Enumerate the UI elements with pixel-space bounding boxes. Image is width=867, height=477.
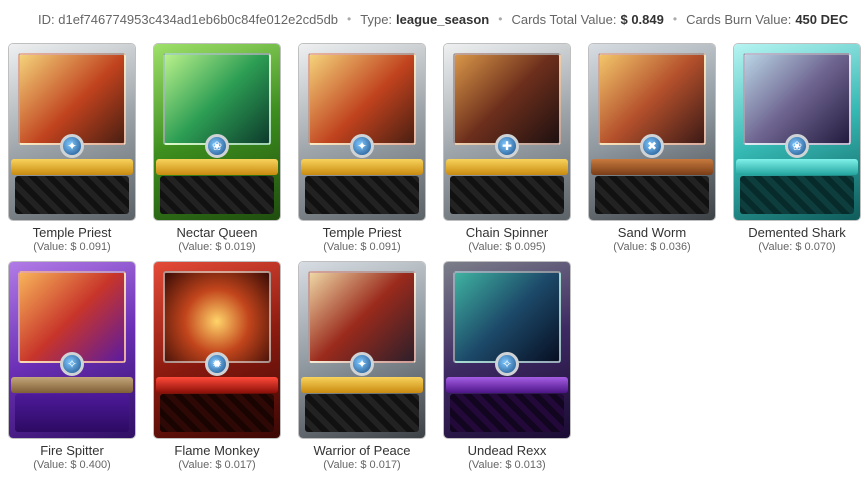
card-value: (Value: $ 0.091) [33,241,111,253]
id-field: ID: d1ef746774953c434ad1eb6b0c84fe012e2c… [38,12,338,27]
card-art [453,271,561,363]
card-value: (Value: $ 0.017) [178,459,256,471]
id-value: d1ef746774953c434ad1eb6b0c84fe012e2cd5db [58,11,339,27]
card-item[interactable]: ✧ Fire Spitter (Value: $ 0.400) [9,262,135,472]
card-name: Flame Monkey [174,443,260,458]
total-value-field: Cards Total Value: $ 0.849 [511,12,663,27]
card-name: Warrior of Peace [313,443,411,458]
card-banner [301,377,423,393]
card-name: Nectar Queen [176,225,258,240]
card-image[interactable]: ✦ [299,262,425,438]
burn-value-field: Cards Burn Value: 450 DEC [686,12,848,27]
card-banner [156,377,278,393]
card-name: Sand Worm [617,225,687,240]
separator-dot: • [347,12,352,26]
death-gem-icon: ✧ [60,352,84,376]
card-stats-panel [305,394,419,432]
card-art [18,53,126,145]
card-stats-panel [305,176,419,214]
total-value: $ 0.849 [620,11,664,27]
type-value: league_season [396,11,490,27]
card-item[interactable]: ❀ Nectar Queen (Value: $ 0.019) [154,44,280,254]
card-image[interactable]: ✧ [444,262,570,438]
card-name: Temple Priest [322,225,402,240]
earth-gem-icon: ❀ [205,134,229,158]
card-image[interactable]: ❀ [734,44,860,220]
id-label: ID: [38,11,55,27]
total-value-label: Cards Total Value: [511,11,617,27]
card-art [308,271,416,363]
card-value: (Value: $ 0.036) [613,241,691,253]
card-image[interactable]: ✹ [154,262,280,438]
card-art [18,271,126,363]
card-image[interactable]: ✦ [299,44,425,220]
neutral-gem-icon: ✦ [350,352,374,376]
card-name: Fire Spitter [40,443,104,458]
card-banner [301,159,423,175]
separator-dot: • [672,12,678,26]
card-stats-panel [450,176,564,214]
card-item[interactable]: ✦ Temple Priest (Value: $ 0.091) [299,44,425,254]
card-stats-panel [740,176,854,214]
card-item[interactable]: ❀ Demented Shark (Value: $ 0.070) [734,44,860,254]
card-banner [156,159,278,175]
card-stats-panel [160,394,274,432]
life-gem-icon: ✚ [495,134,519,158]
card-banner [591,159,713,175]
burn-value: 450 DEC [795,11,849,27]
card-stats-panel [450,394,564,432]
card-name: Temple Priest [32,225,112,240]
fire-gem-icon: ✹ [205,352,229,376]
card-image[interactable]: ✦ [9,44,135,220]
card-value: (Value: $ 0.070) [758,241,836,253]
fire-gem-icon: ✖ [640,134,664,158]
card-stats-panel [160,176,274,214]
card-item[interactable]: ✦ Warrior of Peace (Value: $ 0.017) [299,262,425,472]
card-banner [11,159,133,175]
card-banner [446,159,568,175]
card-image[interactable]: ✖ [589,44,715,220]
card-stats-panel [15,176,129,214]
card-art [453,53,561,145]
burn-value-label: Cards Burn Value: [686,11,792,27]
type-label: Type: [360,11,393,27]
death-gem-icon: ✧ [495,352,519,376]
earth-gem-icon: ❀ [785,134,809,158]
card-value: (Value: $ 0.400) [33,459,111,471]
card-banner [446,377,568,393]
separator-dot: • [498,12,503,26]
card-item[interactable]: ✹ Flame Monkey (Value: $ 0.017) [154,262,280,472]
card-value: (Value: $ 0.091) [323,241,401,253]
card-item[interactable]: ✦ Temple Priest (Value: $ 0.091) [9,44,135,254]
card-banner [11,377,133,393]
card-item[interactable]: ✧ Undead Rexx (Value: $ 0.013) [444,262,570,472]
card-art [163,53,271,145]
card-stats-panel [595,176,709,214]
card-art [743,53,851,145]
card-item[interactable]: ✚ Chain Spinner (Value: $ 0.095) [444,44,570,254]
card-image[interactable]: ❀ [154,44,280,220]
card-art [163,271,271,363]
card-stats-panel [15,394,129,432]
card-image[interactable]: ✧ [9,262,135,438]
card-art [308,53,416,145]
card-name: Demented Shark [748,225,846,240]
card-value: (Value: $ 0.019) [178,241,256,253]
card-value: (Value: $ 0.095) [468,241,546,253]
transaction-header: ID: d1ef746774953c434ad1eb6b0c84fe012e2c… [0,0,867,38]
card-banner [736,159,858,175]
card-art [598,53,706,145]
type-field: Type: league_season [360,12,489,27]
card-item[interactable]: ✖ Sand Worm (Value: $ 0.036) [589,44,715,254]
water-gem-icon: ✦ [60,134,84,158]
card-value: (Value: $ 0.017) [323,459,401,471]
card-image[interactable]: ✚ [444,44,570,220]
water-gem-icon: ✦ [350,134,374,158]
card-name: Chain Spinner [465,225,549,240]
card-value: (Value: $ 0.013) [468,459,546,471]
card-name: Undead Rexx [467,443,547,458]
